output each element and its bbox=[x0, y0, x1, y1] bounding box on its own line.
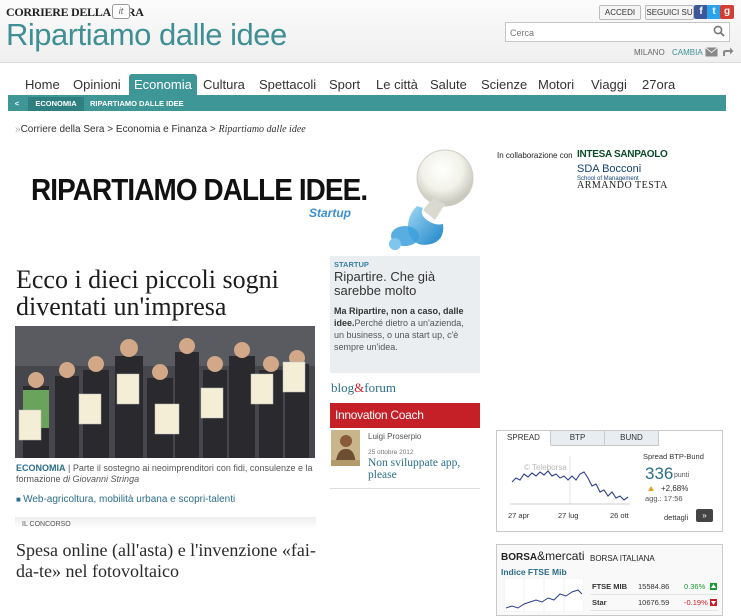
coach-divider bbox=[330, 488, 480, 489]
sda-bocconi-logo[interactable]: SDA Bocconi bbox=[577, 163, 641, 175]
mail-icon[interactable] bbox=[705, 47, 718, 57]
blog-amp: & bbox=[354, 380, 365, 395]
sub-nav: < ECONOMIA RIPARTIAMO DALLE IDEE bbox=[8, 97, 726, 111]
search-icon[interactable] bbox=[713, 25, 725, 37]
collaboration-label: In collaborazione con bbox=[497, 151, 573, 160]
googleplus-icon[interactable]: g bbox=[720, 5, 734, 19]
borsa-title-amp: & bbox=[537, 549, 546, 563]
spread-value: 336 bbox=[645, 464, 674, 483]
sub-nav-economia[interactable]: ECONOMIA bbox=[28, 97, 84, 111]
spread-watermark: © Teleborsa bbox=[524, 463, 567, 472]
story-author: di Giovanni Stringa bbox=[63, 474, 140, 484]
spread-chart: © Teleborsa 27 apr 27 lug 26 ott bbox=[508, 456, 630, 520]
spread-xlabel-mid: 27 lug bbox=[558, 511, 578, 520]
borsa-market: BORSA ITALIANA bbox=[590, 554, 655, 563]
breadcrumb-section[interactable]: Economia e Finanza bbox=[116, 124, 207, 135]
share-icon[interactable] bbox=[722, 47, 734, 57]
nav-le-citta[interactable]: Le città bbox=[376, 74, 418, 95]
facebook-icon[interactable]: f bbox=[694, 5, 708, 19]
story-category[interactable]: ECONOMIA bbox=[16, 463, 66, 473]
blog-label: blog bbox=[331, 380, 355, 395]
innovation-coach-bar[interactable]: Innovation Coach bbox=[330, 403, 480, 428]
sub-nav-back[interactable]: < bbox=[11, 97, 23, 111]
city-change-link[interactable]: CAMBIA bbox=[672, 48, 703, 57]
borsa-row-star[interactable]: Star 10676.59 -0.19% bbox=[590, 596, 718, 611]
nav-viaggi[interactable]: Viaggi bbox=[591, 74, 627, 95]
section-title[interactable]: Ripartiamo dalle idee bbox=[6, 17, 287, 53]
banner-title: RIPARTIAMO DALLE IDEE. bbox=[31, 172, 368, 207]
nav-spettacoli[interactable]: Spettacoli bbox=[259, 74, 316, 95]
search-input[interactable] bbox=[506, 24, 704, 42]
borsa-row-name: Star bbox=[592, 598, 607, 607]
coach-author: Luigi Proserpio bbox=[368, 432, 422, 441]
banner-subtitle: Startup bbox=[309, 206, 351, 220]
tab-btp[interactable]: BTP bbox=[551, 431, 605, 446]
group-photo bbox=[15, 326, 315, 458]
sub-nav-ripartiamo[interactable]: RIPARTIAMO DALLE IDEE bbox=[86, 97, 188, 111]
nav-motori[interactable]: Motori bbox=[538, 74, 574, 95]
startup-label[interactable]: STARTUP bbox=[334, 260, 369, 269]
coach-date: 25 ottobre 2012 bbox=[368, 449, 414, 456]
breadcrumb: »Corriere della Sera > Economia e Finanz… bbox=[15, 124, 306, 135]
lightbulb-pacifier-icon bbox=[389, 149, 474, 250]
related-link[interactable]: Web-agricoltura, mobilità urbana e scopr… bbox=[16, 494, 316, 505]
up-arrow-icon bbox=[710, 583, 717, 590]
spread-unit: punti bbox=[674, 472, 690, 479]
main-story-summary: ECONOMIA | Parte il sostegno ai neoimpre… bbox=[16, 463, 316, 485]
spread-label: Spread BTP-Bund bbox=[643, 452, 704, 461]
nav-cultura[interactable]: Cultura bbox=[203, 74, 245, 95]
nav-economia[interactable]: Economia bbox=[129, 74, 197, 95]
borsa-title-main: BORSA bbox=[501, 552, 538, 563]
startup-title[interactable]: Ripartire. Che già sarebbe molto bbox=[334, 270, 474, 298]
spread-xlabel-end: 26 ott bbox=[610, 511, 630, 520]
city-label: MILANO bbox=[634, 48, 665, 57]
coach-post-title[interactable]: Non sviluppate app, please bbox=[368, 457, 480, 481]
nav-scienze[interactable]: Scienze bbox=[481, 74, 527, 95]
nav-salute[interactable]: Salute bbox=[430, 74, 467, 95]
twitter-icon[interactable]: t bbox=[707, 5, 721, 19]
follow-us-label: SEGUICI SU bbox=[645, 5, 694, 20]
borsa-row-change: 0.36% bbox=[684, 582, 706, 591]
nav-opinioni[interactable]: Opinioni bbox=[73, 74, 121, 95]
breadcrumb-page: Ripartiamo dalle idee bbox=[218, 124, 306, 135]
second-story-kicker: IL CONCORSO bbox=[22, 521, 71, 528]
intesa-sanpaolo-logo[interactable]: INTESA SANPAOLO bbox=[577, 149, 668, 160]
nav-home[interactable]: Home bbox=[25, 74, 60, 95]
borsa-row-change: -0.19% bbox=[684, 598, 708, 607]
borsa-row-value: 10676.59 bbox=[638, 598, 670, 607]
ftse-index-label[interactable]: Indice FTSE Mib bbox=[501, 567, 567, 577]
borsa-title[interactable]: BORSA&mercati bbox=[501, 549, 584, 563]
spread-xlabel-start: 27 apr bbox=[508, 511, 530, 520]
borsa-row-ftsemib[interactable]: FTSE MIB 15584.86 0.36% bbox=[590, 580, 718, 595]
down-arrow-icon bbox=[710, 599, 717, 606]
search-box bbox=[505, 22, 730, 42]
details-button[interactable]: » bbox=[696, 509, 713, 522]
nav-27ora[interactable]: 27ora bbox=[642, 74, 675, 95]
borsa-row-name: FTSE MIB bbox=[592, 582, 627, 591]
details-link[interactable]: dettagli bbox=[664, 513, 688, 522]
armando-testa-logo[interactable]: ARMANDO TESTA bbox=[577, 180, 668, 191]
borsa-title-rest: mercati bbox=[545, 549, 585, 563]
main-nav: Home Opinioni Economia Cultura Spettacol… bbox=[8, 72, 726, 98]
startup-text: Ma Ripartire, non a caso, dalle idee.Per… bbox=[334, 305, 476, 353]
spread-updated: agg.: 17:56 bbox=[645, 494, 683, 503]
second-headline[interactable]: Spesa online (all'asta) e l'invenzione «… bbox=[16, 540, 316, 582]
blog-forum-heading[interactable]: blog&forum bbox=[331, 380, 396, 396]
breadcrumb-root[interactable]: Corriere della Sera bbox=[21, 124, 105, 135]
borsa-row-value: 15584.86 bbox=[638, 582, 670, 591]
nav-sport[interactable]: Sport bbox=[329, 74, 360, 95]
forum-label: forum bbox=[364, 380, 397, 395]
tab-bund[interactable]: BUND bbox=[605, 431, 659, 446]
spread-up-icon bbox=[648, 486, 654, 491]
spread-change: +2,68% bbox=[661, 484, 689, 493]
tab-spread[interactable]: SPREAD bbox=[497, 431, 551, 446]
login-button[interactable]: ACCEDI bbox=[599, 5, 641, 20]
coach-avatar[interactable] bbox=[331, 430, 360, 466]
main-headline[interactable]: Ecco i dieci piccoli sogni diventati un'… bbox=[16, 266, 316, 320]
ftse-chart bbox=[504, 578, 584, 612]
main-story-photo[interactable] bbox=[15, 326, 315, 458]
